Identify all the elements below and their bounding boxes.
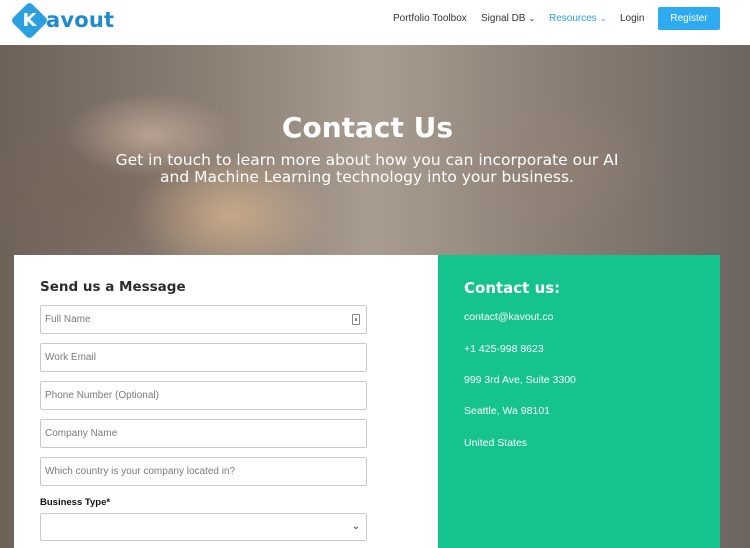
kavout-logo[interactable]: K avout [10,0,115,40]
autofill-icon[interactable] [352,314,360,325]
business-type-label: Business Type* [40,497,111,508]
nav-signal-db-label: Signal DB [481,13,526,24]
contact-address-line2: Seattle, Wa 98101 [464,405,550,417]
page-subtitle: Get in touch to learn more about how you… [102,152,632,186]
company-name-placeholder: Company Name [45,428,118,439]
chevron-down-icon: ⌄ [351,521,360,532]
chevron-down-icon: ⌄ [528,14,536,23]
business-type-select[interactable]: ⌄ [40,513,367,541]
subtitle-line-2: and Machine Learning technology into you… [160,168,574,186]
contact-country: United States [464,437,528,449]
nav-signal-db[interactable]: Signal DB ⌄ [481,13,535,24]
contact-title: Contact us: [464,279,561,297]
message-form: Send us a Message Full Name Work Email P… [14,255,438,548]
nav-portfolio-toolbox[interactable]: Portfolio Toolbox [393,13,467,24]
nav-resources[interactable]: Resources ⌄ [549,13,607,24]
phone-number-field[interactable]: Phone Number (Optional) [40,381,367,410]
work-email-field[interactable]: Work Email [40,343,367,372]
phone-number-placeholder: Phone Number (Optional) [45,390,159,401]
country-field[interactable]: Which country is your company located in… [40,457,367,486]
full-name-field[interactable]: Full Name [40,305,367,334]
nav-resources-label: Resources [549,13,597,24]
work-email-placeholder: Work Email [45,352,96,363]
contact-address-line1: 999 3rd Ave, Suite 3300 [464,374,576,386]
chevron-down-icon: ⌄ [599,14,607,23]
logo-text: avout [46,8,115,32]
company-name-field[interactable]: Company Name [40,419,367,448]
site-header: K avout Portfolio Toolbox Signal DB ⌄ Res… [0,0,750,45]
logo-mark-icon: K [10,0,49,40]
contact-phone[interactable]: +1 425-998 8623 [464,343,544,355]
contact-info-panel: Contact us: contact@kavout.co +1 425-998… [438,255,720,548]
contact-email-link[interactable]: contact@kavout.co [464,311,553,323]
form-title: Send us a Message [40,279,186,295]
full-name-placeholder: Full Name [45,314,91,325]
subtitle-line-1: Get in touch to learn more about how you… [115,151,619,169]
page-title: Contact Us [281,111,454,144]
register-button[interactable]: Register [658,7,720,30]
nav-login[interactable]: Login [620,13,644,24]
country-placeholder: Which country is your company located in… [45,466,236,477]
